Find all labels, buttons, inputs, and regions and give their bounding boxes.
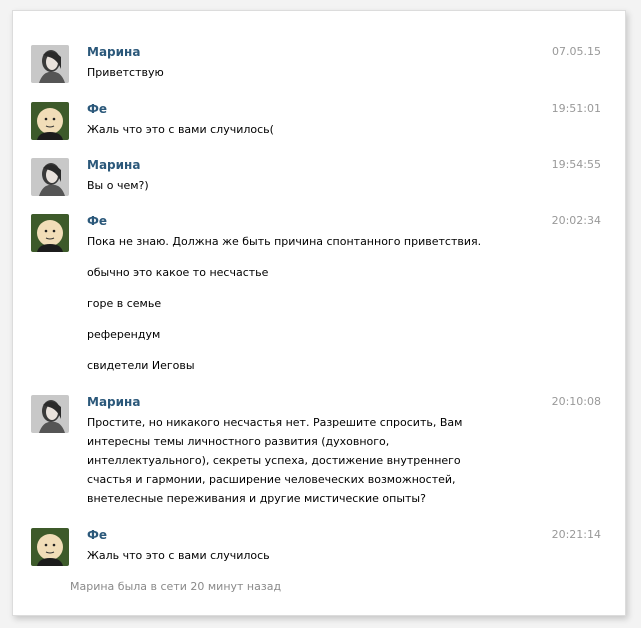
message-time[interactable]: 20:21:14	[552, 528, 601, 541]
message-text: внетелесные переживания и другие мистиче…	[87, 492, 426, 505]
marina-avatar-icon[interactable]	[31, 395, 69, 433]
message-text: обычно это какое то несчастье	[87, 266, 269, 279]
sender-name[interactable]: Фе	[87, 528, 107, 542]
sender-name[interactable]: Марина	[87, 45, 140, 59]
sender-name[interactable]: Марина	[87, 158, 140, 172]
message-time[interactable]: 19:51:01	[552, 102, 601, 115]
message-text: счастья и гармонии, расширение человечес…	[87, 473, 456, 486]
message-text: Вы о чем?)	[87, 179, 149, 192]
dialog-window: Марина 07.05.15 Приветствую Фе 19:51:01 …	[12, 10, 626, 616]
online-status-text: Марина была в сети 20 минут назад	[70, 580, 282, 593]
sender-name[interactable]: Фе	[87, 214, 107, 228]
message-text: свидетели Иеговы	[87, 359, 195, 372]
message-text: Пока не знаю. Должна же быть причина спо…	[87, 235, 482, 248]
sender-name[interactable]: Марина	[87, 395, 140, 409]
message-time[interactable]: 07.05.15	[552, 45, 601, 58]
message-text: Простите, но никакого несчастья нет. Раз…	[87, 416, 463, 429]
message-text: интересны темы личностного развития (дух…	[87, 435, 390, 448]
message-text: Приветствую	[87, 66, 164, 79]
message-text: горе в семье	[87, 297, 162, 310]
message-text: референдум	[87, 328, 161, 341]
message-text: интеллектуального), секреты успеха, дост…	[87, 454, 461, 467]
fe-avatar-icon[interactable]	[31, 214, 69, 252]
marina-avatar-icon[interactable]	[31, 45, 69, 83]
message-text: Жаль что это с вами случилось(	[87, 123, 274, 136]
sender-name[interactable]: Фе	[87, 102, 107, 116]
message-time[interactable]: 20:10:08	[552, 395, 601, 408]
message-time[interactable]: 20:02:34	[552, 214, 601, 227]
marina-avatar-icon[interactable]	[31, 158, 69, 196]
message-time[interactable]: 19:54:55	[552, 158, 601, 171]
fe-avatar-icon[interactable]	[31, 102, 69, 140]
message-text: Жаль что это с вами случилось	[87, 549, 270, 562]
fe-avatar-icon[interactable]	[31, 528, 69, 566]
